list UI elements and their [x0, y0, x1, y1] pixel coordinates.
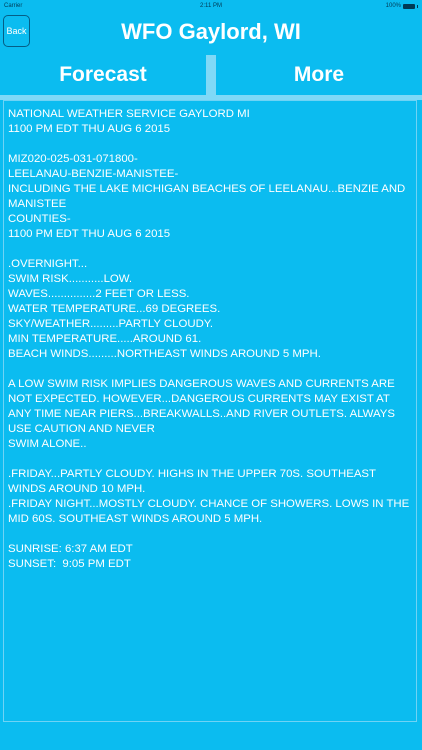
- tab-bar: Forecast More: [0, 55, 422, 95]
- clock-time: 2:11 PM: [200, 3, 222, 9]
- battery-icon: [403, 3, 415, 9]
- bottom-area: [0, 722, 422, 750]
- battery-tip: [417, 4, 418, 8]
- status-bar: Carrier 2:11 PM 100%: [0, 0, 422, 12]
- battery-percent: 100%: [385, 3, 401, 9]
- navigation-bar: Back WFO Gaylord, WI: [0, 12, 422, 52]
- tab-more[interactable]: More: [216, 55, 422, 95]
- forecast-text-view[interactable]: NATIONAL WEATHER SERVICE GAYLORD MI 1100…: [3, 100, 417, 722]
- page-title: WFO Gaylord, WI: [121, 19, 301, 44]
- battery-indicator: 100%: [386, 3, 418, 9]
- tab-divider: [206, 55, 216, 95]
- tab-forecast[interactable]: Forecast: [0, 55, 206, 95]
- forecast-text: NATIONAL WEATHER SERVICE GAYLORD MI 1100…: [8, 108, 410, 570]
